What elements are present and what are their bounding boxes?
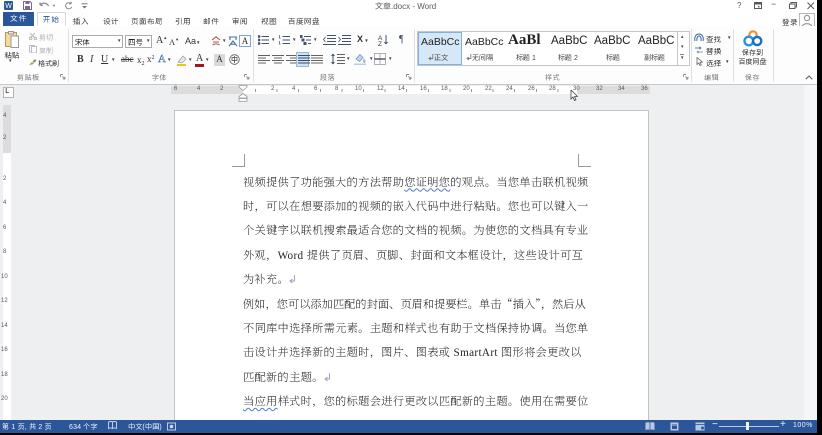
svg-text:Z: Z [378, 41, 382, 46]
svg-text:W: W [5, 3, 12, 10]
